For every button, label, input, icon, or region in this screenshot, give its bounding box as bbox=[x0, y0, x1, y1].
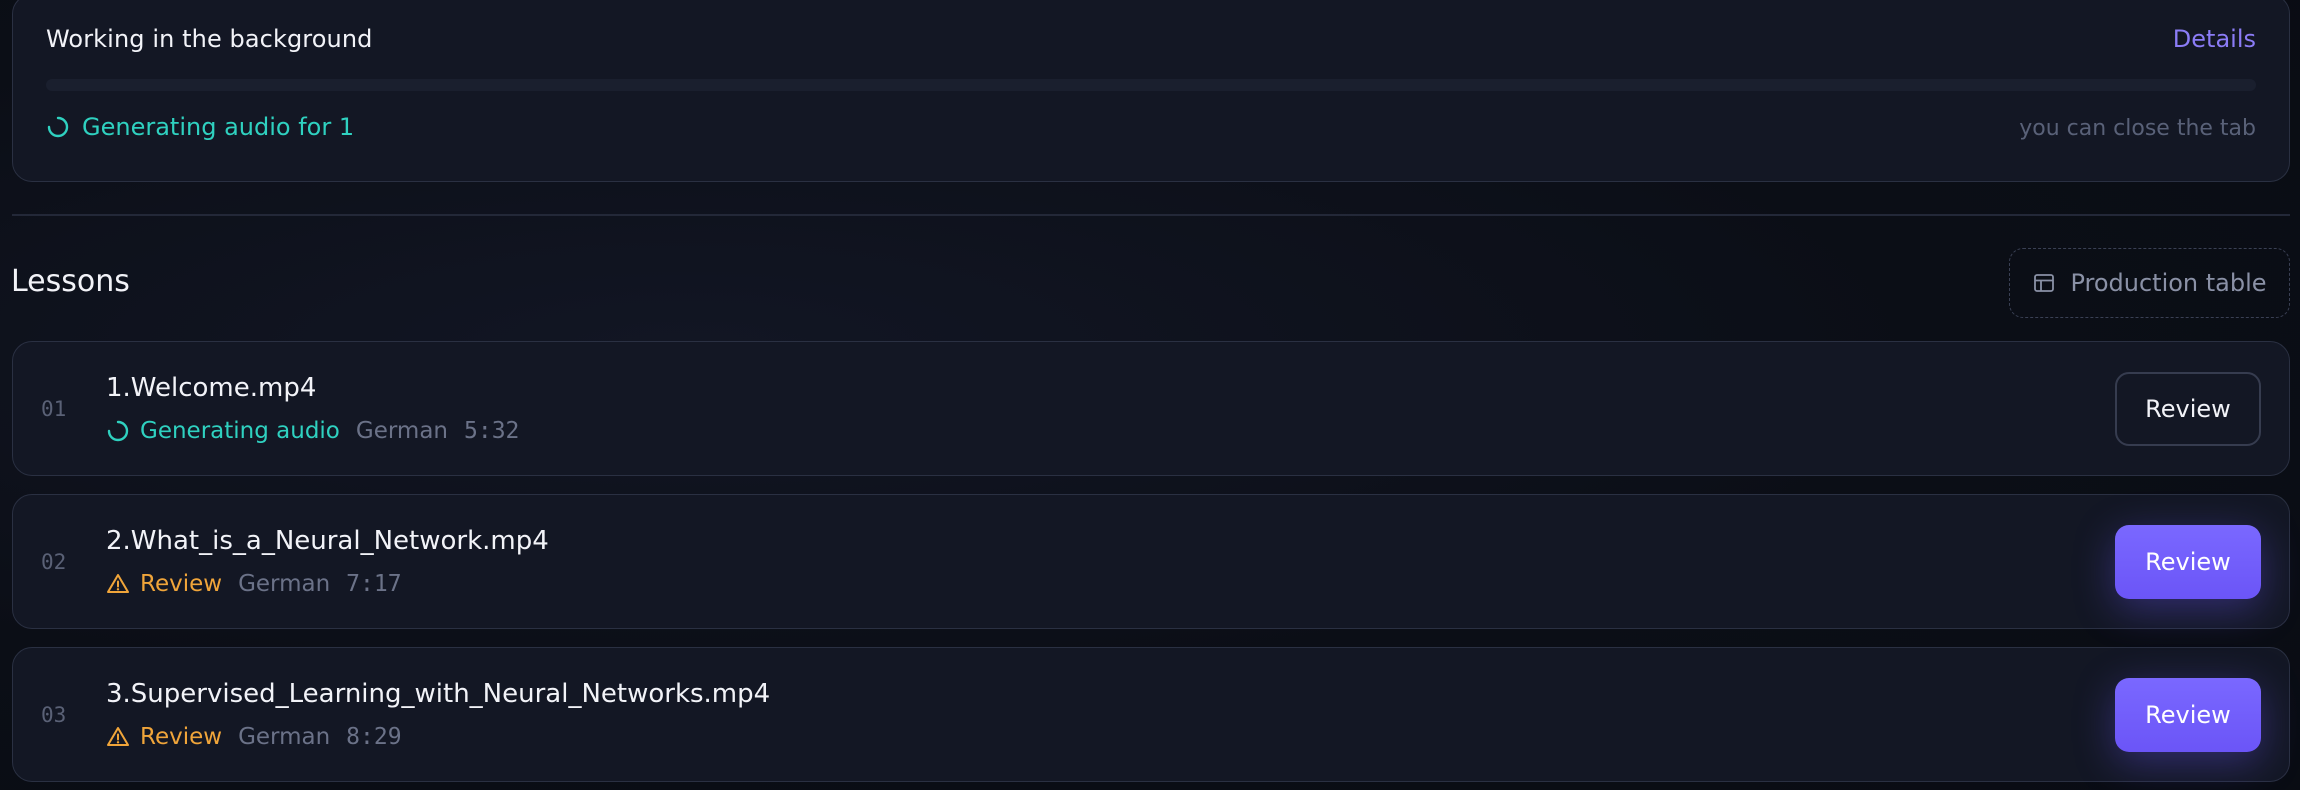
lesson-number: 03 bbox=[41, 702, 67, 727]
warning-icon bbox=[106, 572, 130, 596]
spinner-icon bbox=[106, 419, 130, 443]
lesson-meta: Review German 8:29 bbox=[106, 724, 402, 750]
lesson-language: German bbox=[238, 724, 331, 750]
table-layout-icon bbox=[2032, 271, 2056, 295]
lesson-status: Generating audio bbox=[140, 418, 340, 444]
lesson-row: 02 2.What_is_a_Neural_Network.mp4 Review… bbox=[12, 494, 2290, 629]
lesson-title: 3.Supervised_Learning_with_Neural_Networ… bbox=[106, 679, 771, 709]
job-progress-bar bbox=[46, 79, 2256, 91]
lesson-status: Review bbox=[140, 571, 223, 597]
job-title: Working in the background bbox=[46, 25, 373, 53]
lesson-row: 03 3.Supervised_Learning_with_Neural_Net… bbox=[12, 647, 2290, 782]
job-status-text: Generating audio for 1 bbox=[82, 113, 355, 141]
review-button[interactable]: Review bbox=[2115, 677, 2261, 752]
review-button[interactable]: Review bbox=[2115, 524, 2261, 599]
background-job-card: Working in the background Details Genera… bbox=[12, 0, 2290, 182]
lesson-number: 01 bbox=[41, 396, 67, 421]
lesson-language: German bbox=[238, 571, 331, 597]
lesson-title: 1.Welcome.mp4 bbox=[106, 373, 317, 403]
section-divider bbox=[12, 214, 2290, 216]
lesson-language: German bbox=[355, 418, 448, 444]
lesson-duration: 5:32 bbox=[464, 418, 520, 444]
production-table-label: Production table bbox=[2070, 269, 2267, 297]
spinner-icon bbox=[46, 115, 70, 139]
lesson-duration: 8:29 bbox=[346, 724, 402, 750]
lesson-row: 01 1.Welcome.mp4 Generating audio German… bbox=[12, 341, 2290, 476]
lesson-meta: Generating audio German 5:32 bbox=[106, 418, 519, 444]
job-status: Generating audio for 1 bbox=[46, 113, 354, 141]
lesson-status: Review bbox=[140, 724, 223, 750]
lesson-meta: Review German 7:17 bbox=[106, 571, 402, 597]
lesson-duration: 7:17 bbox=[346, 571, 402, 597]
job-note: you can close the tab bbox=[2019, 116, 2256, 141]
lessons-heading: Lessons bbox=[11, 264, 130, 299]
lesson-number: 02 bbox=[41, 549, 67, 574]
lesson-title: 2.What_is_a_Neural_Network.mp4 bbox=[106, 526, 549, 556]
production-table-button[interactable]: Production table bbox=[2009, 248, 2290, 318]
warning-icon bbox=[106, 725, 130, 749]
review-button[interactable]: Review bbox=[2115, 371, 2261, 446]
details-link[interactable]: Details bbox=[2173, 25, 2256, 53]
